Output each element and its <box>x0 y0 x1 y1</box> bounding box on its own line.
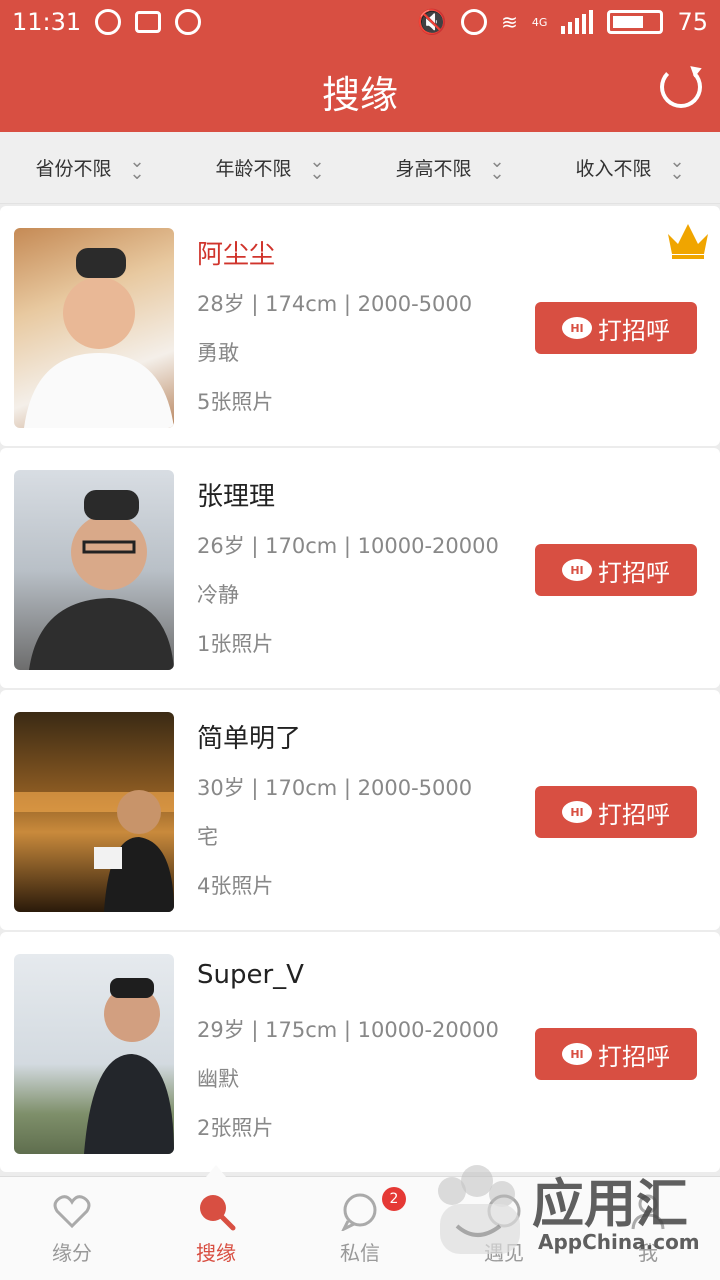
filter-province[interactable]: 省份不限 ⌄ ⌄ <box>0 150 180 184</box>
tab-label: 缘分 <box>52 1241 92 1265</box>
user-trait: 幽默 <box>197 1067 239 1091</box>
watermark-subtext: AppChina.com <box>538 1230 700 1254</box>
status-time: 11:31 <box>12 8 82 36</box>
filter-age[interactable]: 年龄不限 ⌄ ⌄ <box>180 150 360 184</box>
filter-label: 身高不限 <box>395 158 472 180</box>
heart-icon <box>53 1195 91 1229</box>
message-notification-icon <box>95 9 122 35</box>
photo-count: 1张照片 <box>197 632 274 656</box>
filter-label: 年龄不限 <box>215 158 292 180</box>
chevron-down-icon: ⌄ ⌄ <box>489 150 505 184</box>
greet-label: 打招呼 <box>598 800 670 829</box>
page-title: 搜缘 <box>321 73 398 117</box>
hi-icon: HI <box>562 559 592 581</box>
image-notification-icon <box>135 11 162 33</box>
refresh-icon[interactable] <box>660 66 702 108</box>
watermark-logo-icon <box>438 1165 520 1254</box>
chat-icon <box>341 1193 377 1231</box>
user-info: 30岁 | 170cm | 2000-5000 <box>197 776 473 800</box>
filter-label: 收入不限 <box>575 158 652 180</box>
greet-label: 打招呼 <box>598 316 670 345</box>
user-info: 29岁 | 175cm | 10000-20000 <box>197 1018 499 1042</box>
user-trait: 勇敢 <box>197 341 239 365</box>
tab-messages[interactable]: 2 私信 <box>288 1177 432 1280</box>
user-list: 阿尘尘 28岁 | 174cm | 2000-5000 勇敢 5张照片 HI 打… <box>0 206 720 1174</box>
user-card[interactable]: Super_V 29岁 | 175cm | 10000-20000 幽默 2张照… <box>0 932 720 1172</box>
filter-height[interactable]: 身高不限 ⌄ ⌄ <box>360 150 540 184</box>
greet-button[interactable]: HI 打招呼 <box>535 544 697 596</box>
avatar[interactable] <box>14 470 174 670</box>
photo-count: 4张照片 <box>197 874 274 898</box>
network-type: 4G <box>531 15 548 29</box>
watermark-text: 应用汇 <box>532 1175 689 1235</box>
mute-icon: 🔇 <box>417 8 448 36</box>
appchina-watermark: 应用汇 AppChina.com <box>422 1156 712 1266</box>
tab-label: 搜缘 <box>196 1241 236 1265</box>
greet-button[interactable]: HI 打招呼 <box>535 786 697 838</box>
avatar[interactable] <box>14 954 174 1154</box>
user-card[interactable]: 张理理 26岁 | 170cm | 10000-20000 冷静 1张照片 HI… <box>0 448 720 688</box>
chevron-down-icon: ⌄ ⌄ <box>309 150 325 184</box>
greet-button[interactable]: HI 打招呼 <box>535 1028 697 1080</box>
tab-pointer <box>206 1165 226 1177</box>
wifi-icon: ≋ <box>501 10 518 34</box>
hi-icon: HI <box>562 317 592 339</box>
filter-label: 省份不限 <box>35 158 112 180</box>
search-icon <box>200 1195 236 1231</box>
alarm-icon <box>461 9 488 35</box>
hi-icon: HI <box>562 801 592 823</box>
title-bar: 搜缘 <box>0 44 720 132</box>
signal-icon <box>561 10 594 34</box>
battery-icon <box>607 10 664 34</box>
user-name: 简单明了 <box>197 724 302 754</box>
user-name: 阿尘尘 <box>197 240 276 270</box>
user-card[interactable]: 阿尘尘 28岁 | 174cm | 2000-5000 勇敢 5张照片 HI 打… <box>0 206 720 446</box>
photo-count: 5张照片 <box>197 390 274 414</box>
check-notification-icon <box>175 9 202 35</box>
tab-fate[interactable]: 缘分 <box>0 1177 144 1280</box>
battery-level: 75 <box>677 8 708 36</box>
unread-badge: 2 <box>382 1187 406 1211</box>
filter-bar: 省份不限 ⌄ ⌄ 年龄不限 ⌄ ⌄ 身高不限 ⌄ ⌄ 收入不限 ⌄ ⌄ <box>0 132 720 204</box>
tab-label: 私信 <box>340 1241 380 1265</box>
status-bar: 11:31 🔇 ≋ 4G 75 <box>0 0 720 44</box>
user-name: Super_V <box>197 960 304 990</box>
avatar[interactable] <box>14 712 174 912</box>
greet-button[interactable]: HI 打招呼 <box>535 302 697 354</box>
filter-income[interactable]: 收入不限 ⌄ ⌄ <box>540 150 720 184</box>
chevron-down-icon: ⌄ ⌄ <box>129 150 145 184</box>
user-trait: 宅 <box>197 825 218 849</box>
chevron-down-icon: ⌄ ⌄ <box>669 150 685 184</box>
crown-icon <box>668 224 708 259</box>
greet-label: 打招呼 <box>598 1042 670 1071</box>
tab-search[interactable]: 搜缘 <box>144 1165 288 1280</box>
avatar[interactable] <box>14 228 174 428</box>
user-name: 张理理 <box>197 482 276 512</box>
photo-count: 2张照片 <box>197 1116 274 1140</box>
user-card[interactable]: 简单明了 30岁 | 170cm | 2000-5000 宅 4张照片 HI 打… <box>0 690 720 930</box>
hi-icon: HI <box>562 1043 592 1065</box>
greet-label: 打招呼 <box>598 558 670 587</box>
user-info: 26岁 | 170cm | 10000-20000 <box>197 534 499 558</box>
user-info: 28岁 | 174cm | 2000-5000 <box>197 292 473 316</box>
user-trait: 冷静 <box>197 583 239 607</box>
